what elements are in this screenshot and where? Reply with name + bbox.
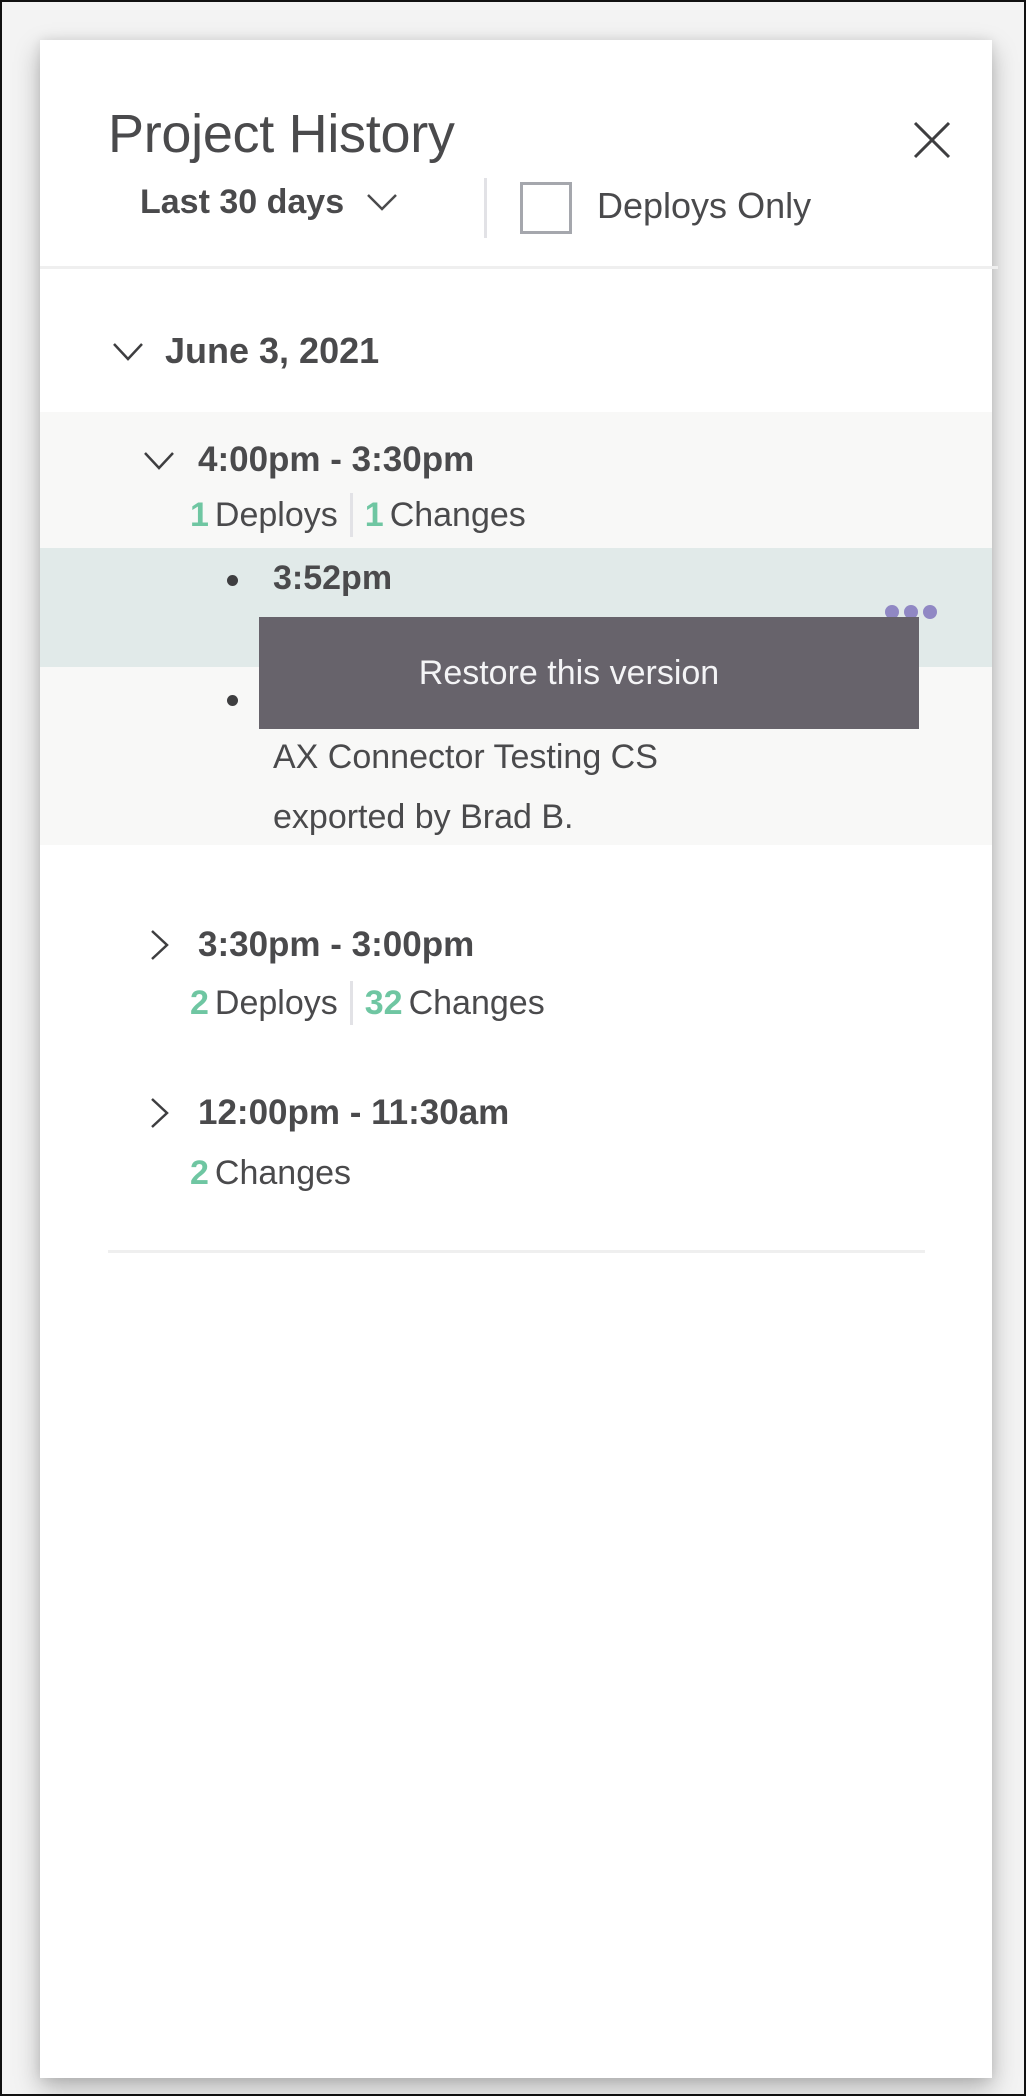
deploys-count: 2 [190, 983, 209, 1022]
deploys-only-checkbox[interactable] [520, 182, 572, 234]
entry-time: 3:52pm [273, 559, 393, 597]
deploys-count: 1 [190, 495, 209, 534]
close-button[interactable] [912, 120, 952, 160]
more-horizontal-icon [923, 605, 937, 619]
panel-title: Project History [108, 104, 455, 164]
time-group-range: 4:00pm - 3:30pm [198, 440, 475, 479]
chevron-down-icon [367, 194, 398, 211]
counts-separator [349, 981, 353, 1025]
chevron-down-icon [113, 343, 143, 361]
header-divider [40, 266, 998, 269]
deploys-only-label[interactable]: Deploys Only [597, 176, 811, 236]
date-range-dropdown[interactable]: Last 30 days [140, 172, 398, 232]
day-header[interactable]: June 3, 2021 [112, 326, 379, 376]
restore-version-label: Restore this version [418, 653, 720, 692]
time-group-counts: 1 Deploys 1 Changes [190, 490, 526, 540]
day-label: June 3, 2021 [165, 330, 380, 371]
time-group-counts: 2 Deploys 32 Changes [190, 978, 545, 1028]
deploys-label: Deploys [214, 495, 338, 534]
time-group-range: 12:00pm - 11:30am [198, 1093, 510, 1132]
changes-count: 32 [364, 983, 403, 1022]
time-group-range: 3:30pm - 3:00pm [198, 925, 475, 964]
entry-bullet [227, 695, 238, 706]
entry-description: AX Connector Testing CS [273, 738, 658, 776]
changes-count: 1 [364, 495, 384, 534]
changes-count: 2 [190, 1153, 209, 1192]
time-group-header[interactable]: 4:00pm - 3:30pm [143, 435, 474, 485]
deploys-label: Deploys [214, 983, 338, 1022]
restore-version-menu-item[interactable]: Restore this version [259, 617, 919, 729]
list-end-divider [108, 1250, 925, 1253]
changes-label: Changes [389, 495, 526, 534]
changes-label: Changes [214, 1153, 352, 1192]
counts-separator [349, 493, 353, 537]
date-range-value: Last 30 days [140, 182, 345, 221]
chevron-right-icon [151, 1098, 169, 1128]
time-group-counts: 2 Changes [190, 1148, 351, 1198]
chevron-down-icon [144, 452, 174, 470]
project-history-panel: Project History Last 30 days Deploys Onl… [40, 40, 998, 2078]
entry-author: exported by Brad B. [273, 798, 574, 836]
close-icon [913, 121, 951, 159]
filter-separator [484, 178, 487, 238]
time-group-header[interactable]: 3:30pm - 3:00pm [143, 920, 474, 970]
changes-label: Changes [408, 983, 545, 1022]
chevron-right-icon [151, 930, 169, 960]
entry-bullet [227, 575, 238, 586]
time-group-header[interactable]: 12:00pm - 11:30am [143, 1088, 509, 1138]
